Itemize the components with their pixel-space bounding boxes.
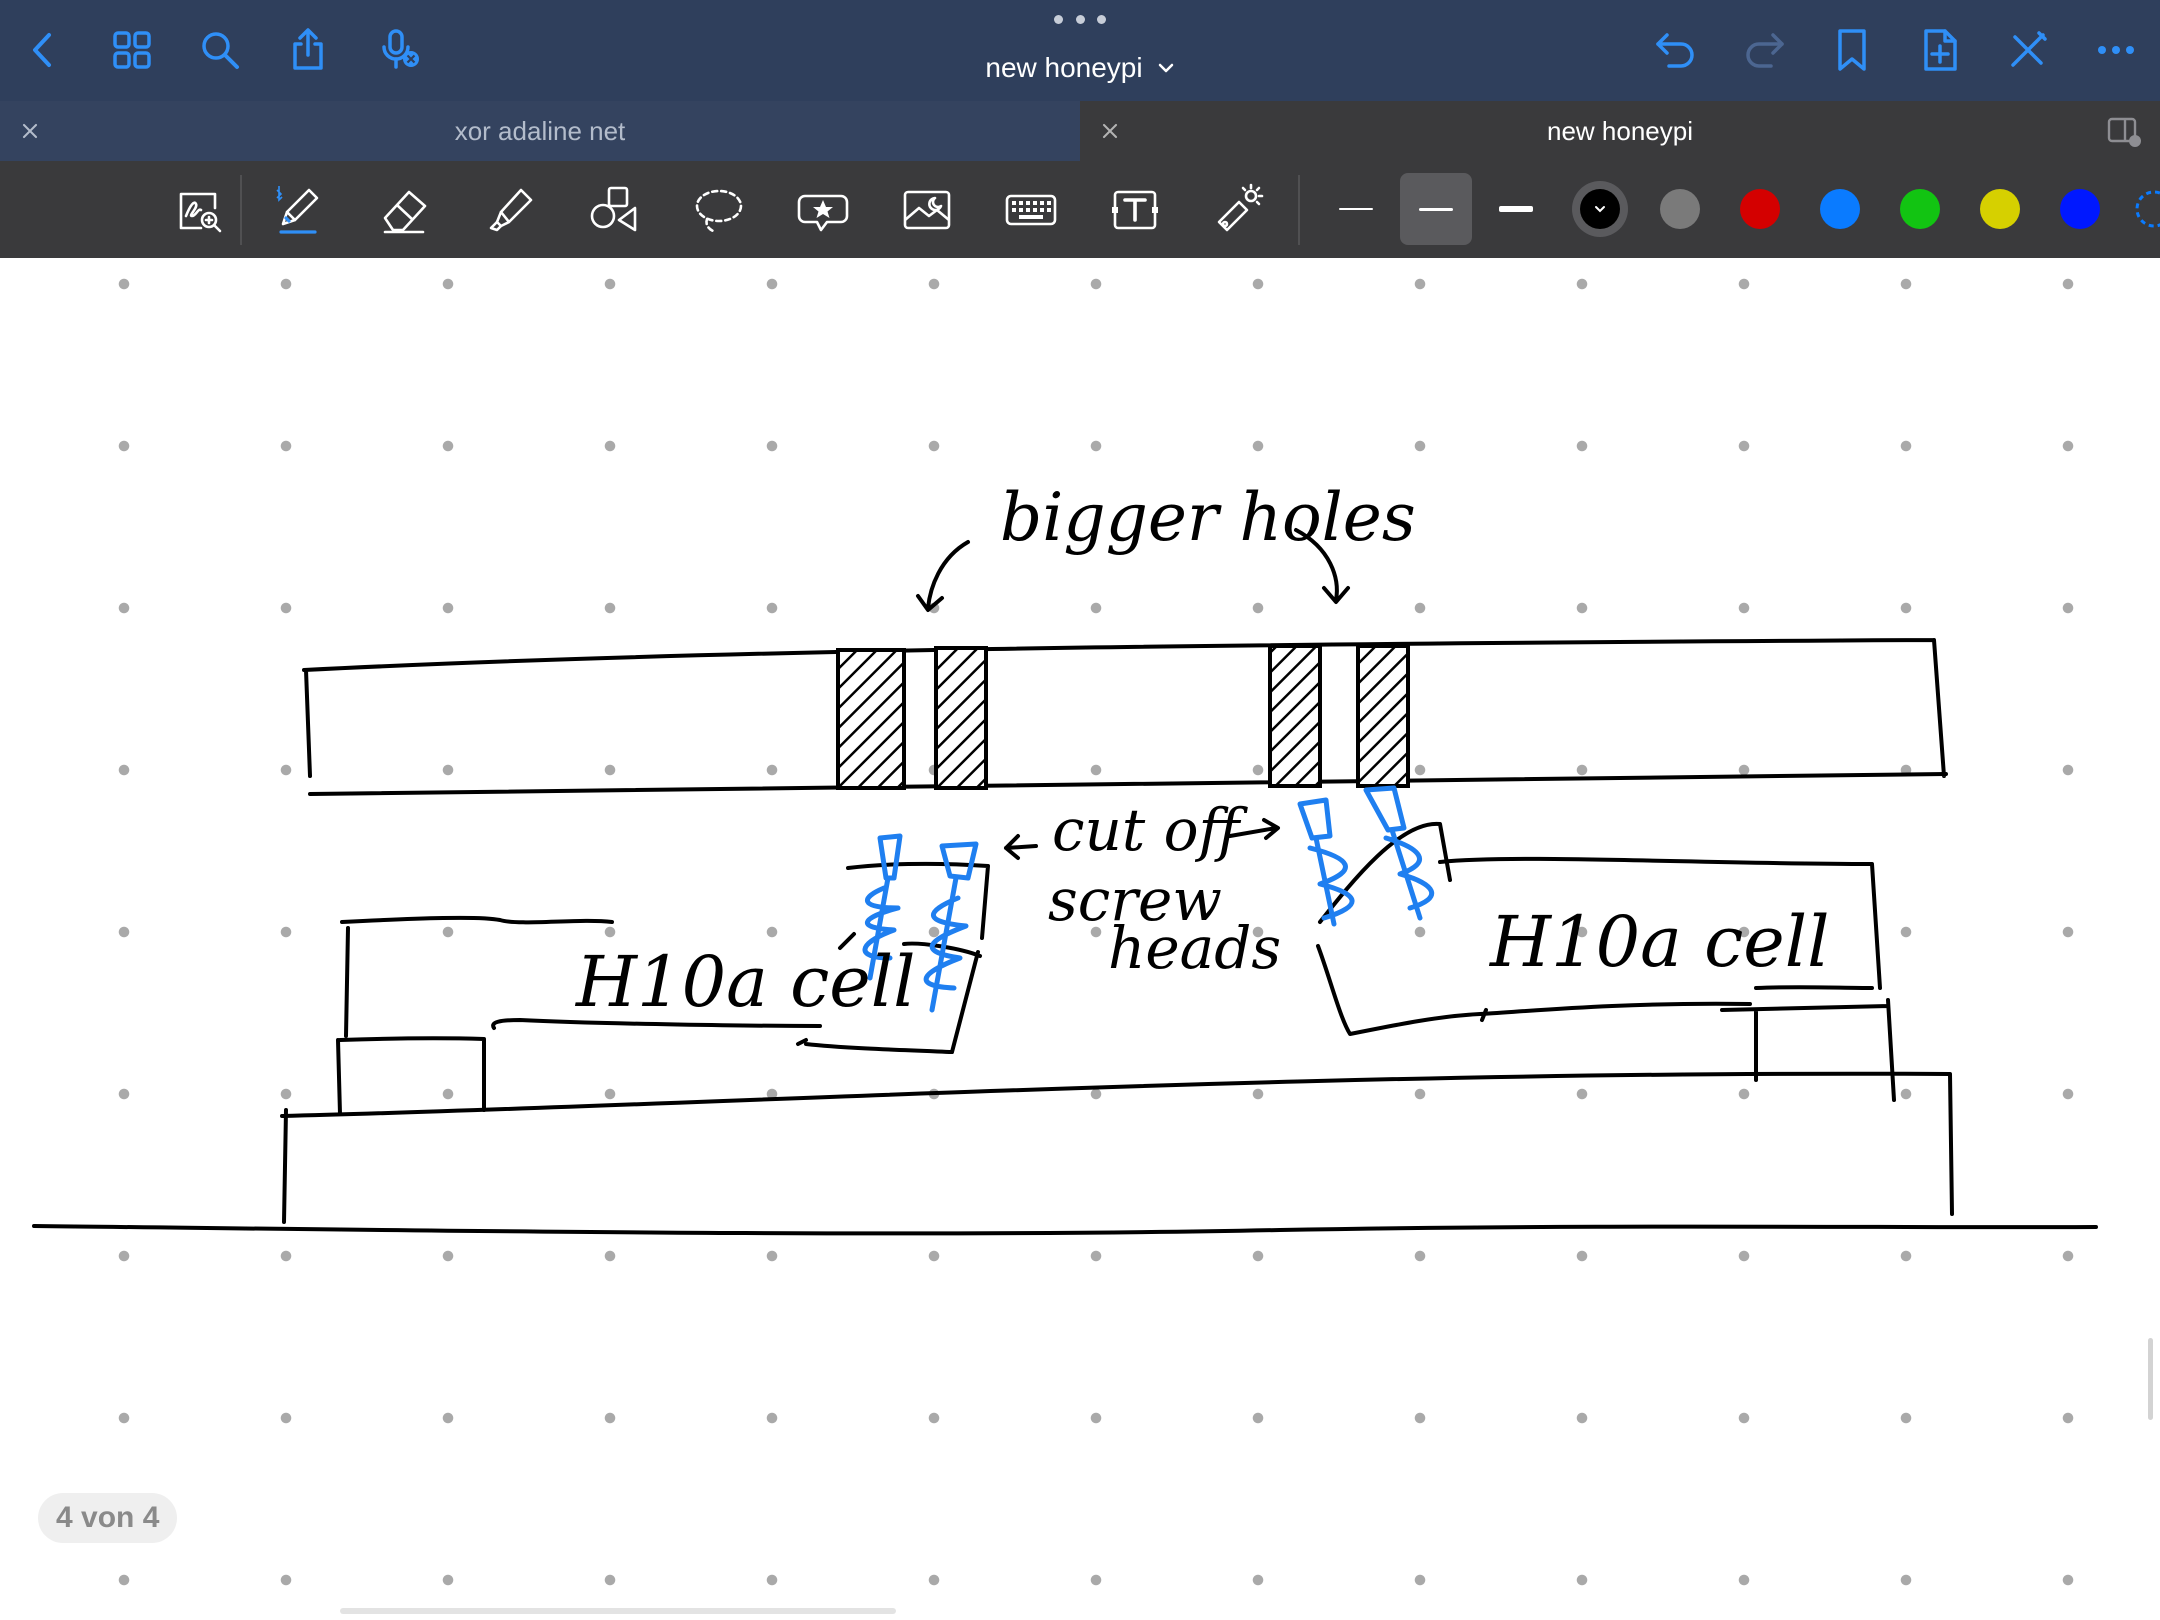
color-red[interactable] (1740, 189, 1780, 229)
redo-icon[interactable] (1736, 22, 1792, 78)
document-title-button[interactable]: new honeypi (900, 48, 1260, 88)
zoom-window-tool[interactable] (166, 177, 232, 243)
top-plate (302, 638, 1948, 796)
document-title: new honeypi (985, 52, 1143, 83)
pen-icon (276, 186, 319, 234)
multitasking-handle[interactable] (1054, 12, 1106, 26)
right-spacer (1720, 998, 1896, 1102)
color-dark-blue[interactable] (2060, 189, 2100, 229)
tab-strip: xor adaline net new honeypi (0, 101, 2160, 161)
text-box-tool[interactable] (1102, 177, 1168, 243)
label-cut-off: cut off (1052, 796, 1249, 864)
microphone-icon[interactable] (372, 22, 428, 78)
label-bigger-holes: bigger holes (1000, 479, 1416, 556)
add-page-icon[interactable] (1912, 22, 1968, 78)
back-icon[interactable] (16, 22, 72, 78)
laser-pointer-tool[interactable] (1206, 177, 1272, 243)
bookmark-icon[interactable] (1824, 22, 1880, 78)
pen-tool[interactable] (268, 177, 334, 243)
tab-close-icon[interactable] (16, 117, 44, 145)
label-heads: heads (1108, 914, 1281, 982)
elements-tool[interactable] (790, 177, 856, 243)
color-green[interactable] (1900, 189, 1940, 229)
chevron-down-icon (1595, 206, 1605, 213)
text-box-icon (1112, 190, 1158, 230)
pen-toolbar (0, 161, 2160, 258)
stroke-width-medium[interactable] (1400, 173, 1472, 245)
color-gray[interactable] (1660, 189, 1700, 229)
lasso-icon (695, 189, 743, 233)
sketch-drawing: bigger holes cut off screw heads H10a ce… (32, 479, 2098, 1236)
base-block (280, 1071, 1954, 1224)
more-icon[interactable] (2088, 22, 2144, 78)
label-left-cell: H10a cell (574, 941, 916, 1023)
elements-icon (797, 194, 849, 232)
color-black-selected[interactable] (1572, 181, 1628, 237)
laser-pointer-icon (1217, 183, 1264, 232)
stroke-width-thin[interactable] (1320, 173, 1392, 245)
tab-close-icon[interactable] (1096, 117, 1124, 145)
ground-line (32, 1224, 2098, 1236)
color-yellow[interactable] (1980, 189, 2020, 229)
eraser-tool[interactable] (372, 177, 438, 243)
shapes-icon (590, 186, 637, 232)
tab-label: new honeypi (1547, 115, 1693, 146)
label-right-cell: H10a cell (1488, 901, 1830, 983)
keyboard-tool[interactable] (998, 177, 1064, 243)
color-blue[interactable] (1820, 189, 1860, 229)
navigation-bar: new honeypi (0, 0, 2160, 101)
shapes-tool[interactable] (582, 177, 648, 243)
color-add-partial[interactable] (2134, 189, 2160, 229)
highlighter-icon (489, 188, 533, 232)
page-indicator: 4 von 4 (38, 1493, 178, 1543)
handwritten-labels: bigger holes cut off screw heads H10a ce… (574, 479, 1830, 1023)
zoom-window-icon (179, 192, 222, 233)
lasso-tool[interactable] (686, 177, 752, 243)
hatched-holes (836, 644, 1410, 790)
tab-xor-adaline-net[interactable]: xor adaline net (0, 101, 1080, 161)
split-view-icon[interactable] (2106, 115, 2142, 149)
keyboard-icon (1005, 194, 1057, 226)
stroke-width-thick[interactable] (1480, 173, 1552, 245)
tab-new-honeypi[interactable]: new honeypi (1080, 101, 2160, 161)
vertical-scrollbar[interactable] (2148, 1338, 2153, 1420)
share-icon[interactable] (280, 22, 336, 78)
undo-icon[interactable] (1648, 22, 1704, 78)
eraser-icon (383, 190, 427, 234)
search-icon[interactable] (192, 22, 248, 78)
left-spacer (336, 1036, 486, 1116)
highlighter-tool[interactable] (478, 177, 544, 243)
grid-icon[interactable] (104, 22, 160, 78)
image-tool[interactable] (894, 177, 960, 243)
tab-label: xor adaline net (454, 115, 626, 146)
horizontal-scrollbar[interactable] (340, 1608, 896, 1614)
close-edit-icon[interactable] (2000, 22, 2056, 78)
chevron-down-icon (1158, 63, 1173, 73)
image-icon (903, 190, 951, 230)
